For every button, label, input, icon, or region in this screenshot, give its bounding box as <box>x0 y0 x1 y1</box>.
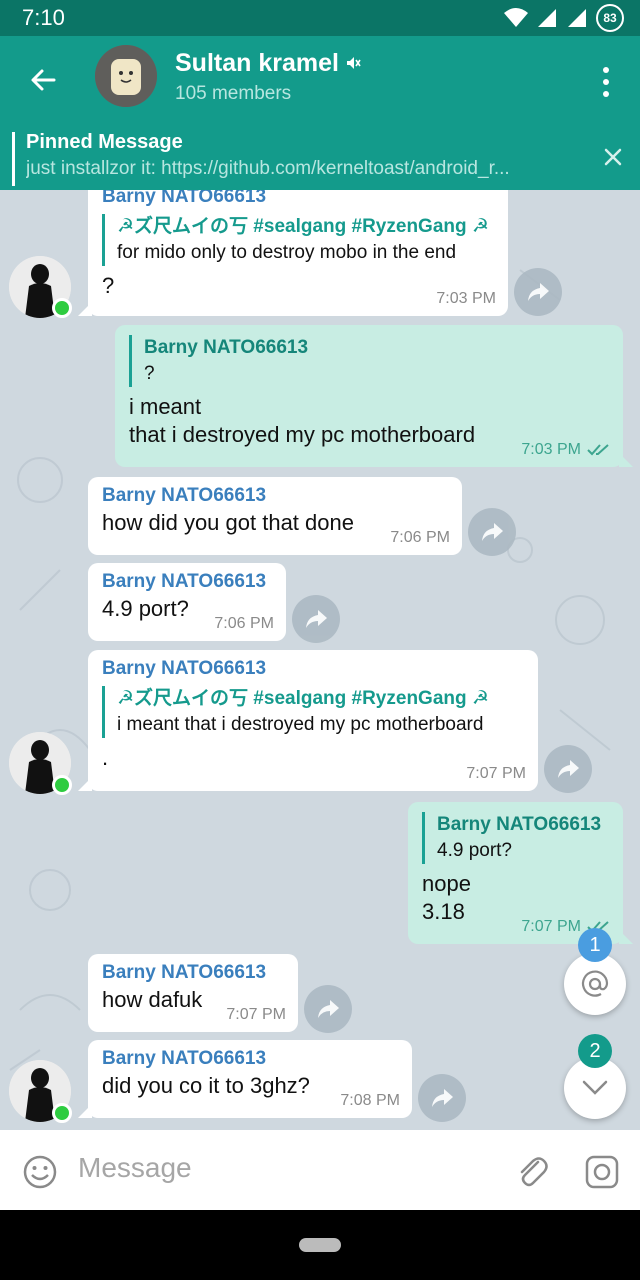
share-arrow-icon <box>306 610 327 628</box>
mention-count-badge: 1 <box>578 928 612 962</box>
share-arrow-icon <box>318 1000 339 1018</box>
message-time: 7:06 PM <box>214 615 274 632</box>
quote-sender: Barny NATO66613 <box>437 814 602 835</box>
message-input[interactable]: Message <box>78 1152 192 1184</box>
status-time: 7:10 <box>22 5 65 30</box>
quote-sender: ☭ズ尺ムイの丂 #sealgang #RyzenGang ☭ <box>117 216 489 237</box>
message-time: 7:03 PM <box>436 290 496 307</box>
message-sender[interactable]: Barny NATO66613 <box>102 1046 398 1072</box>
message-time: 7:07 PM <box>466 765 526 782</box>
battery-icon: 83 <box>596 4 624 32</box>
status-icons: 83 <box>504 4 624 32</box>
quote-text: for mido only to destroy mobo in the end <box>117 242 457 263</box>
chevron-down-icon <box>582 1080 608 1095</box>
wifi-icon <box>504 8 528 27</box>
mention-button[interactable] <box>564 953 626 1015</box>
message-text: . <box>102 745 109 770</box>
chat-title[interactable]: Sultan kramel <box>175 49 339 78</box>
message-sender[interactable]: Barny NATO66613 <box>102 960 284 986</box>
more-options-icon[interactable] <box>594 62 618 102</box>
quote-text: 4.9 port? <box>437 840 512 861</box>
share-button[interactable] <box>304 985 352 1033</box>
share-arrow-icon <box>432 1089 453 1107</box>
muted-icon <box>347 57 361 69</box>
message-time: 7:08 PM <box>340 1092 400 1109</box>
online-indicator <box>52 298 72 318</box>
online-indicator <box>52 775 72 795</box>
double-check-icon <box>587 444 609 456</box>
message-time-text: 7:07 PM <box>521 918 581 935</box>
message-bubble[interactable]: Barny NATO66613 how did you got that don… <box>88 477 462 555</box>
message-sender[interactable]: Barny NATO66613 <box>102 483 448 509</box>
group-avatar[interactable] <box>95 45 157 107</box>
share-button[interactable] <box>514 268 562 316</box>
share-button[interactable] <box>292 595 340 643</box>
message-bubble[interactable]: Barny NATO66613 4.9 port? 7:06 PM <box>88 563 286 641</box>
pinned-bar <box>12 132 15 186</box>
system-nav-bar <box>0 1210 640 1280</box>
reply-quote[interactable]: ☭ズ尺ムイの丂 #sealgang #RyzenGang ☭ i meant t… <box>102 686 524 738</box>
online-indicator <box>52 1103 72 1123</box>
quote-text: ? <box>144 363 155 384</box>
message-time: 7:03 PM <box>521 441 611 459</box>
message-time: 7:07 PM <box>226 1006 286 1023</box>
message-text: ? <box>102 273 115 298</box>
pinned-text: just installzor it: https://github.com/k… <box>26 158 510 179</box>
message-bubble-outgoing[interactable]: Barny NATO66613 ? i meant that i destroy… <box>115 325 633 467</box>
pinned-message[interactable]: Pinned Message just installzor it: https… <box>0 128 640 190</box>
reply-quote[interactable]: Barny NATO66613 ? <box>129 335 609 387</box>
toast-icon <box>95 45 157 107</box>
message-sender[interactable]: Barny NATO66613 <box>102 190 494 210</box>
camera-icon[interactable] <box>584 1154 620 1190</box>
reply-quote[interactable]: Barny NATO66613 4.9 port? <box>422 812 609 864</box>
share-arrow-icon <box>528 283 549 301</box>
quote-sender: ☭ズ尺ムイの丂 #sealgang #RyzenGang ☭ <box>117 688 489 709</box>
emoji-icon[interactable] <box>22 1154 58 1190</box>
message-sender[interactable]: Barny NATO66613 <box>102 656 524 682</box>
back-arrow-icon[interactable] <box>24 60 64 100</box>
status-bar: 7:10 83 <box>0 0 640 36</box>
message-bubble[interactable]: Barny NATO66613 did you co it to 3ghz? 7… <box>78 1040 412 1118</box>
chat-header: Sultan kramel 105 members <box>0 36 640 128</box>
message-composer: Message <box>0 1130 640 1210</box>
share-button[interactable] <box>418 1074 466 1122</box>
unread-count-badge: 2 <box>578 1034 612 1068</box>
share-button[interactable] <box>544 745 592 793</box>
share-arrow-icon <box>482 523 503 541</box>
at-sign-icon <box>581 970 609 997</box>
share-button[interactable] <box>468 508 516 556</box>
message-sender[interactable]: Barny NATO66613 <box>102 569 272 595</box>
quote-text: i meant that i destroyed my pc motherboa… <box>117 714 484 735</box>
attach-icon[interactable] <box>516 1154 550 1190</box>
message-time-text: 7:03 PM <box>521 441 581 458</box>
quote-sender: Barny NATO66613 <box>144 337 309 358</box>
home-gesture-pill[interactable] <box>299 1238 341 1252</box>
reply-quote[interactable]: ☭ズ尺ムイの丂 #sealgang #RyzenGang ☭ for mido … <box>102 214 494 266</box>
signal-icon <box>568 9 586 27</box>
message-bubble-outgoing[interactable]: Barny NATO66613 4.9 port? nope 3.18 7:07… <box>408 802 633 944</box>
message-list[interactable]: Barny NATO66613 ☭ズ尺ムイの丂 #sealgang #Ryzen… <box>0 190 640 1130</box>
signal-icon <box>538 9 556 27</box>
message-bubble[interactable]: Barny NATO66613 ☭ズ尺ムイの丂 #sealgang #Ryzen… <box>78 190 508 316</box>
message-bubble[interactable]: Barny NATO66613 ☭ズ尺ムイの丂 #sealgang #Ryzen… <box>78 650 538 791</box>
close-icon[interactable] <box>602 146 624 168</box>
member-count: 105 members <box>175 83 292 104</box>
pinned-title: Pinned Message <box>26 131 183 153</box>
share-arrow-icon <box>558 760 579 778</box>
message-time: 7:06 PM <box>390 529 450 546</box>
message-bubble[interactable]: Barny NATO66613 how dafuk 7:07 PM <box>88 954 298 1032</box>
